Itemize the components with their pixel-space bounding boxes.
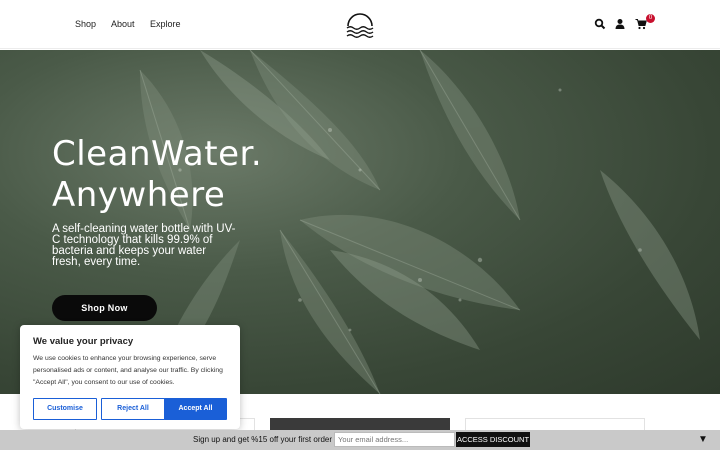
search-icon[interactable] [594, 18, 606, 30]
nav-shop[interactable]: Shop [75, 19, 96, 29]
shop-now-button[interactable]: Shop Now [52, 295, 157, 321]
customise-button[interactable]: Customise [33, 398, 97, 420]
cart-icon[interactable] [635, 18, 647, 30]
nav-explore[interactable]: Explore [150, 19, 181, 29]
cart-count-badge: 0 [646, 14, 655, 23]
hero-title: CleanWater. Anywhere [52, 134, 262, 216]
hero-title-line1: CleanWater. [52, 134, 263, 174]
cookie-consent-dialog: We value your privacy We use cookies to … [20, 325, 240, 429]
signup-text: Sign up and get %15 off your first order [193, 435, 333, 444]
signup-bar: Sign up and get %15 off your first order… [0, 430, 720, 450]
site-header: Shop About Explore 0 [0, 0, 720, 49]
email-input[interactable] [334, 432, 455, 447]
nav-about[interactable]: About [111, 19, 135, 29]
hero-description: A self-cleaning water bottle with UV-C t… [52, 223, 236, 268]
hero-title-line2: Anywhere [52, 175, 226, 215]
reject-all-button[interactable]: Reject All [101, 398, 165, 420]
access-discount-button[interactable]: ACCESS DISCOUNT [456, 432, 530, 447]
cookie-text: We use cookies to enhance your browsing … [33, 355, 223, 386]
accept-all-button[interactable]: Accept All [164, 398, 227, 420]
user-icon[interactable] [614, 18, 626, 30]
logo-icon[interactable] [344, 9, 376, 41]
cookie-title: We value your privacy [33, 336, 134, 347]
collapse-arrow-icon[interactable]: ▼ [698, 435, 708, 445]
